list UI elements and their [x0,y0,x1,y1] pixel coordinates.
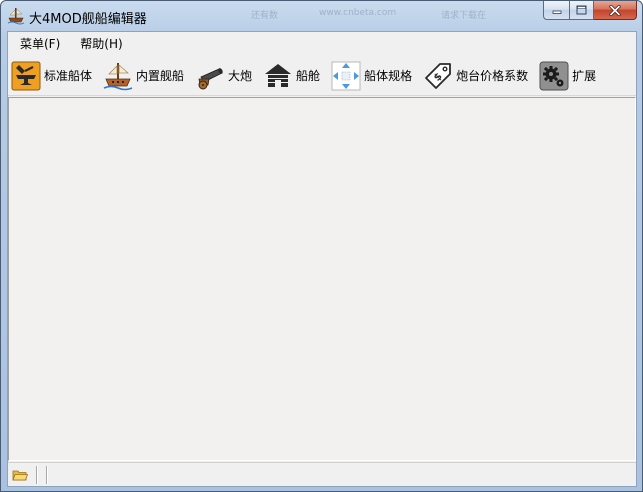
extensions-button[interactable]: 扩展 [536,59,598,93]
ship-app-icon[interactable] [7,7,25,25]
status-separator [46,465,48,484]
caption-buttons [543,1,637,20]
builtin-ships-button[interactable]: 内置舰船 [100,59,186,93]
hull-specs-button[interactable]: 船体规格 [328,59,414,93]
tool-label: 标准船体 [44,69,93,83]
background-hint-text: 请求下载在 [441,11,487,21]
gear-icon [538,60,570,92]
window-title: 大4MOD舰船编辑器 [29,12,147,27]
background-hint-text: www.cnbeta.com [319,8,397,18]
tool-label: 大炮 [228,69,253,83]
close-button[interactable] [594,1,637,20]
cannon-icon [194,60,226,92]
close-icon [609,4,621,16]
ship-icon [102,60,134,92]
cabin-button[interactable]: 船舱 [260,59,322,93]
tool-label: 船舱 [296,69,321,83]
minimize-button[interactable] [543,1,569,20]
tool-label: 炮台价格系数 [456,69,529,83]
menu-file[interactable]: 菜单(F) [12,34,68,54]
status-separator [36,465,38,484]
background-hint-text: 还有数 [251,11,279,21]
tool-label: 内置舰船 [136,69,185,83]
tool-label: 扩展 [572,69,597,83]
open-folder-icon[interactable] [8,465,32,485]
application-window: 还有数 www.cnbeta.com 请求下载在 大4MOD舰船编辑器 菜单(F… [0,0,643,492]
status-bar [8,462,636,486]
status-panel [52,466,636,484]
client-area: 菜单(F) 帮助(H) 标准船体 内置舰船 大炮 船舱 船体规格 $ 炮台价格系… [7,31,637,487]
anvil-icon [10,60,42,92]
toolbar: 标准船体 内置舰船 大炮 船舱 船体规格 $ 炮台价格系数 扩展 [8,56,636,96]
maximize-icon [576,5,587,15]
main-content-area[interactable] [8,97,636,461]
maximize-button[interactable] [569,1,594,20]
minimize-icon [552,10,561,14]
price-tag-icon: $ [422,60,454,92]
standard-hull-button[interactable]: 标准船体 [8,59,94,93]
cabin-icon [262,60,294,92]
cannon-button[interactable]: 大炮 [192,59,254,93]
menu-bar: 菜单(F) 帮助(H) [8,32,636,56]
tool-label: 船体规格 [364,69,413,83]
title-bar[interactable]: 还有数 www.cnbeta.com 请求下载在 大4MOD舰船编辑器 [1,1,642,31]
turret-price-button[interactable]: $ 炮台价格系数 [420,59,530,93]
resize-arrows-icon [330,60,362,92]
menu-help[interactable]: 帮助(H) [72,34,130,54]
